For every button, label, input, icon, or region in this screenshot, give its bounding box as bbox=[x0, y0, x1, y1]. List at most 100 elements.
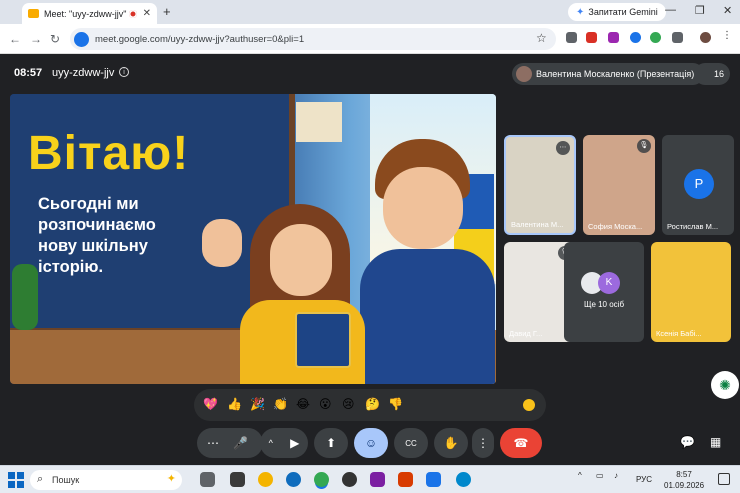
waving-hand-illustration bbox=[202, 219, 242, 267]
reload-icon[interactable]: ↻ bbox=[50, 32, 60, 46]
more-actions-button[interactable]: ⋮ bbox=[472, 428, 494, 458]
site-info-icon[interactable] bbox=[74, 31, 89, 47]
tab-title: Meet: "uyy-zdww-jjv" bbox=[44, 8, 127, 19]
minimize-button[interactable]: — bbox=[665, 4, 676, 16]
extension-icon-5[interactable] bbox=[650, 32, 661, 43]
reaction-sad[interactable]: 😢 bbox=[342, 397, 355, 411]
participant-tile-6[interactable]: Ксенія Бабі... bbox=[651, 242, 731, 342]
reaction-heart[interactable]: 💖 bbox=[203, 397, 218, 411]
emoji-icon: ☺ bbox=[364, 436, 378, 450]
present-screen-button[interactable]: ⬆ bbox=[314, 428, 348, 458]
mic-off-icon: 🎙 bbox=[637, 139, 651, 153]
plant-illustration bbox=[12, 264, 38, 330]
reaction-thumbs-up[interactable]: 👍 bbox=[227, 397, 242, 411]
ask-gemini-button[interactable]: ✦ Запитати Gemini bbox=[568, 3, 666, 21]
presenter-name: Валентина Москаленко (Презентація) bbox=[536, 69, 695, 79]
telegram-taskbar-icon[interactable] bbox=[456, 472, 471, 487]
recording-indicator-icon bbox=[128, 9, 137, 18]
participant-tile-2[interactable]: 🎙 София Моска... bbox=[583, 135, 655, 235]
edge-taskbar-icon[interactable] bbox=[286, 472, 301, 487]
trident-book-illustration bbox=[295, 312, 351, 368]
camera-group: ^ ▶ bbox=[260, 428, 308, 458]
extension-icon-4[interactable] bbox=[630, 32, 641, 43]
browser-tab-strip: Meet: "uyy-zdww-jjv" ✕ + ✦ Запитати Gemi… bbox=[0, 0, 740, 24]
meeting-clock: 08:57 bbox=[14, 67, 43, 79]
raise-hand-button[interactable]: ✋ bbox=[434, 428, 468, 458]
participant-tile-1[interactable]: ⋯ Валентина М... bbox=[504, 135, 576, 235]
reaction-thinking[interactable]: 🤔 bbox=[365, 397, 380, 411]
captions-icon: CC bbox=[405, 438, 417, 448]
meeting-info-icon[interactable]: i bbox=[119, 67, 129, 77]
browser-toolbar: ← → ↻ meet.google.com/uyy-zdww-jjv?authu… bbox=[0, 24, 740, 54]
bookmark-star-icon[interactable]: ☆ bbox=[536, 31, 547, 45]
system-clock[interactable]: 8:57 01.09.2026 bbox=[664, 469, 704, 491]
forward-arrow-icon[interactable]: → bbox=[30, 32, 42, 46]
extension-icon-2[interactable] bbox=[586, 32, 597, 43]
hang-up-icon: ☎ bbox=[513, 436, 529, 450]
chat-icon[interactable]: 💬 bbox=[680, 435, 695, 449]
taskbar-app-icon-2[interactable] bbox=[342, 472, 357, 487]
ask-gemini-label: Запитати Gemini bbox=[588, 7, 658, 17]
camera-icon[interactable]: ▶ bbox=[290, 436, 299, 450]
extension-icon-3[interactable] bbox=[608, 32, 619, 43]
tray-battery-icon[interactable]: ▭ bbox=[596, 471, 604, 480]
meet-favicon-icon bbox=[28, 9, 39, 18]
taskbar-app-icon-3[interactable] bbox=[370, 472, 385, 487]
taskbar-app-icon-4[interactable] bbox=[426, 472, 441, 487]
clock-time: 8:57 bbox=[676, 470, 692, 479]
participant-name: Ростислав М... bbox=[667, 222, 719, 231]
extensions-puzzle-icon[interactable] bbox=[672, 32, 683, 43]
taskbar-search-box[interactable]: ⌕ Пошук ✦ bbox=[30, 470, 182, 490]
browser-menu-icon[interactable]: ⋮ bbox=[722, 30, 733, 41]
reaction-surprised[interactable]: 😮 bbox=[319, 397, 332, 411]
more-options-icon[interactable]: ⋯ bbox=[207, 436, 219, 450]
reaction-clap[interactable]: 👏 bbox=[273, 397, 288, 411]
notifications-icon[interactable] bbox=[718, 473, 730, 485]
captions-button[interactable]: CC bbox=[394, 428, 428, 458]
back-arrow-icon[interactable]: ← bbox=[9, 32, 21, 46]
address-bar[interactable]: meet.google.com/uyy-zdww-jjv?authuser=0&… bbox=[70, 28, 556, 50]
participant-video bbox=[651, 242, 731, 342]
reaction-thumbs-down[interactable]: 👎 bbox=[388, 397, 403, 411]
tile-more-options-icon[interactable]: ⋯ bbox=[556, 141, 570, 155]
ukraine-map-illustration bbox=[296, 102, 342, 142]
new-tab-button[interactable]: + bbox=[163, 4, 171, 19]
taskbar-search-label: Пошук bbox=[52, 475, 80, 485]
participants-button[interactable]: 16 bbox=[694, 63, 730, 85]
camera-options-chevron-icon[interactable]: ^ bbox=[269, 438, 273, 448]
tray-volume-icon[interactable]: ♪ bbox=[614, 471, 618, 480]
gemini-assistant-icon[interactable]: ✺ bbox=[711, 371, 739, 399]
participant-tile-3[interactable]: Р Ростислав М... bbox=[662, 135, 734, 235]
profile-avatar[interactable] bbox=[700, 32, 711, 43]
more-participants-tile[interactable]: K Ще 10 осіб bbox=[564, 242, 644, 342]
keyboard-language[interactable]: РУС bbox=[636, 475, 652, 484]
meeting-code: uyy-zdww-jjv bbox=[52, 67, 115, 79]
tray-chevron-icon[interactable]: ^ bbox=[578, 471, 582, 480]
participant-avatar: Р bbox=[684, 169, 714, 199]
kebab-menu-icon: ⋮ bbox=[477, 436, 489, 450]
powerpoint-taskbar-icon[interactable] bbox=[398, 472, 413, 487]
presenter-chip[interactable]: Валентина Москаленко (Презентація) bbox=[512, 63, 705, 85]
tab-close-icon[interactable]: ✕ bbox=[143, 8, 151, 19]
close-window-button[interactable]: ✕ bbox=[723, 4, 732, 17]
reaction-laugh[interactable]: 😂 bbox=[296, 397, 310, 411]
presentation-slide: Вітаю! Сьогодні ми розпочинаємо нову шкі… bbox=[10, 94, 496, 384]
chrome-taskbar-icon[interactable] bbox=[258, 472, 273, 487]
leave-call-button[interactable]: ☎ bbox=[500, 428, 542, 458]
browser-tab-meet[interactable]: Meet: "uyy-zdww-jjv" ✕ bbox=[22, 3, 157, 24]
task-view-icon[interactable] bbox=[200, 472, 215, 487]
more-participants-label: Ще 10 осіб bbox=[583, 300, 625, 309]
skin-tone-selector[interactable] bbox=[523, 399, 535, 411]
raise-hand-icon: ✋ bbox=[443, 436, 459, 450]
chrome-active-taskbar-icon[interactable] bbox=[314, 472, 329, 487]
participant-name: Давид Г... bbox=[509, 329, 543, 338]
maximize-button[interactable]: ❐ bbox=[695, 4, 705, 17]
extension-icon-1[interactable] bbox=[566, 32, 577, 43]
taskbar-app-icon-1[interactable] bbox=[230, 472, 245, 487]
participant-name: Валентина М... bbox=[511, 220, 564, 229]
emoji-reactions-button[interactable]: ☺ bbox=[354, 428, 388, 458]
activities-grid-icon[interactable]: ▦ bbox=[710, 435, 721, 449]
reaction-party[interactable]: 🎉 bbox=[250, 397, 265, 411]
windows-start-icon[interactable] bbox=[8, 472, 24, 488]
microphone-icon[interactable]: 🎤 bbox=[233, 436, 248, 450]
